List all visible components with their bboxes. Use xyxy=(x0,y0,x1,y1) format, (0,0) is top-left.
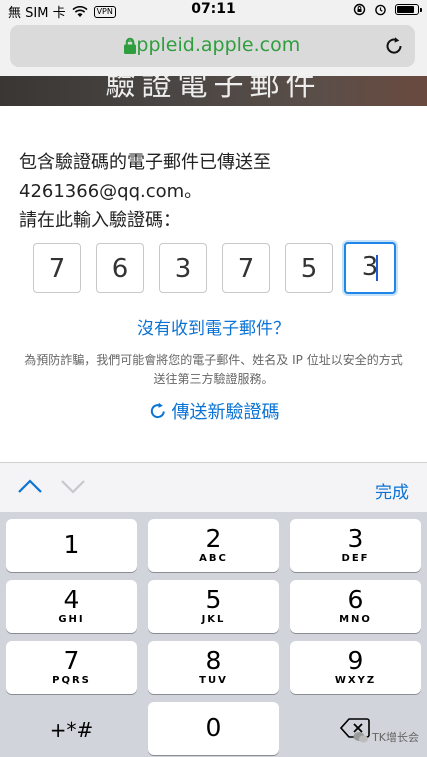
banner-title: 驗證電子郵件 xyxy=(105,76,322,103)
battery-icon xyxy=(395,4,422,15)
key-digit: 6 xyxy=(347,585,364,614)
key-letters: TUV xyxy=(199,675,228,686)
resend-code-button[interactable]: 傳送新驗證碼 xyxy=(0,398,427,424)
key-4[interactable]: 4 GHI xyxy=(6,580,137,633)
done-button[interactable]: 完成 xyxy=(375,478,409,503)
key-8[interactable]: 8 TUV xyxy=(148,641,279,694)
resend-label: 傳送新驗證碼 xyxy=(171,402,280,423)
key-1[interactable]: 1 xyxy=(6,519,137,572)
url-text: appleid.apple.com xyxy=(124,34,301,56)
key-letters: DEF xyxy=(341,553,370,564)
battery-fill xyxy=(397,6,414,13)
key-7[interactable]: 7 PQRS xyxy=(6,641,137,694)
code-digit-5[interactable]: 5 xyxy=(285,243,333,293)
key-digit: 1 xyxy=(63,530,80,559)
key-digit: 7 xyxy=(63,646,80,675)
verification-code-input: 7 6 3 7 5 3 xyxy=(33,242,397,295)
key-digit: 4 xyxy=(63,585,80,614)
refresh-icon xyxy=(150,402,165,419)
key-9[interactable]: 9 WXYZ xyxy=(290,641,421,694)
wechat-icon xyxy=(353,731,369,743)
chevron-up-icon[interactable] xyxy=(17,477,43,495)
key-digit: +*# xyxy=(49,718,94,742)
browser-toolbar: appleid.apple.com xyxy=(0,20,427,76)
key-letters: WXYZ xyxy=(334,675,377,686)
key-letters: GHI xyxy=(58,614,85,625)
address-bar[interactable]: appleid.apple.com xyxy=(10,25,415,67)
code-digit-2[interactable]: 6 xyxy=(96,243,144,293)
code-digit-4[interactable]: 7 xyxy=(222,243,270,293)
status-bar: 無 SIM 卡 VPN 07:11 xyxy=(0,0,427,21)
key-5[interactable]: 5 JKL xyxy=(148,580,279,633)
key-digit: 2 xyxy=(205,524,222,553)
key-digit: 8 xyxy=(205,646,222,675)
orientation-lock-icon xyxy=(353,3,366,16)
message-line-3: 請在此輸入驗證碼： xyxy=(19,210,181,231)
key-6[interactable]: 6 MNO xyxy=(290,580,421,633)
key-letters: ABC xyxy=(199,553,228,564)
code-digit-6[interactable]: 3 xyxy=(344,242,396,294)
reload-icon[interactable] xyxy=(383,35,405,57)
watermark: TK增长会 xyxy=(353,729,419,745)
alarm-icon xyxy=(375,4,386,16)
key-0[interactable]: 0 xyxy=(148,702,279,755)
code-digit-3[interactable]: 3 xyxy=(159,243,207,293)
key-digit: 9 xyxy=(347,646,364,675)
key-digit: 0 xyxy=(205,713,222,742)
key-digit: 5 xyxy=(205,585,222,614)
key-letters: PQRS xyxy=(52,675,91,686)
numeric-keypad: 1 2 ABC 3 DEF 4 GHI 5 JKL 6 MNO 7 PQRS 8… xyxy=(0,512,427,757)
text-caret xyxy=(376,255,378,281)
key-digit: 3 xyxy=(347,524,364,553)
page-banner: 驗證電子郵件 xyxy=(0,76,427,106)
key-symbols[interactable]: +*# xyxy=(6,702,137,755)
instruction-text: 包含驗證碼的電子郵件已傳送至 4261366@qq.com。 請在此輸入驗證碼： xyxy=(19,148,414,235)
key-letters: MNO xyxy=(339,614,372,625)
no-email-link[interactable]: 沒有收到電子郵件？ xyxy=(0,314,427,339)
message-line-1: 包含驗證碼的電子郵件已傳送至 xyxy=(19,152,271,173)
watermark-text: TK增长会 xyxy=(372,731,419,744)
status-right xyxy=(353,3,422,16)
keyboard-accessory-bar: 完成 xyxy=(0,462,427,513)
fraud-disclaimer: 為預防詐騙，我們可能會將您的電子郵件、姓名及 IP 位址以安全的方式送往第三方驗… xyxy=(24,353,403,386)
chevron-down-icon[interactable] xyxy=(60,477,86,495)
recipient-email: 4261366@qq.com。 xyxy=(19,181,203,202)
key-2[interactable]: 2 ABC xyxy=(148,519,279,572)
code-digit-1[interactable]: 7 xyxy=(33,243,81,293)
key-letters: JKL xyxy=(201,614,226,625)
key-3[interactable]: 3 DEF xyxy=(290,519,421,572)
